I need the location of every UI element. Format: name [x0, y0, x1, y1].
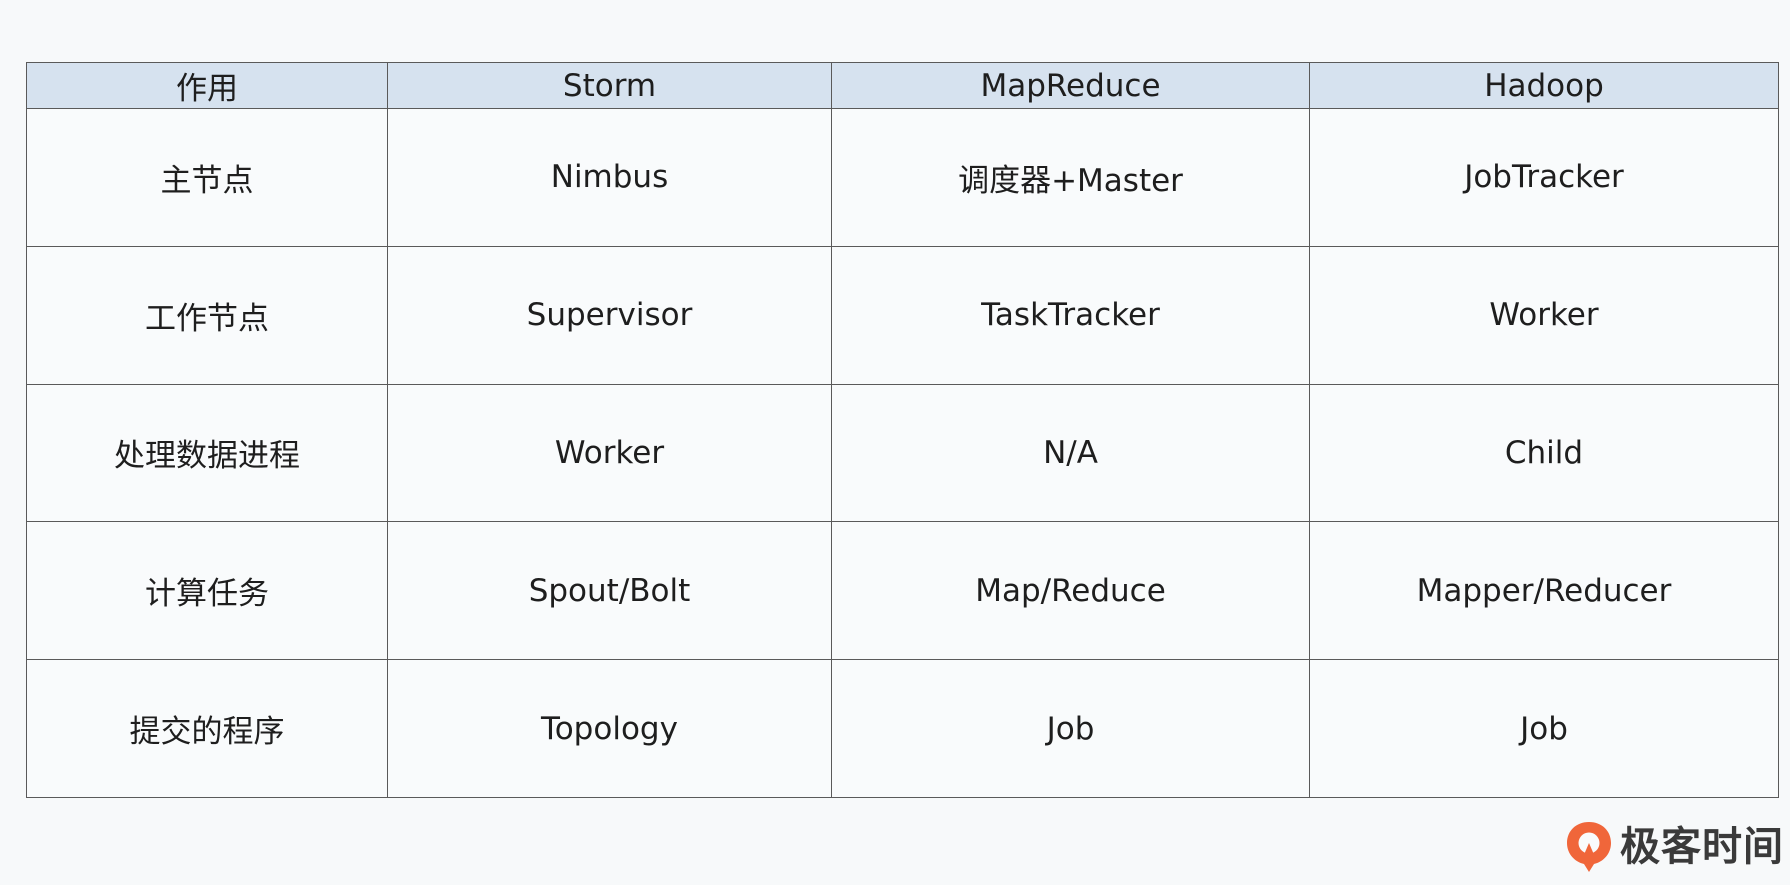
table-row: 工作节点 Supervisor TaskTracker Worker — [26, 245, 1779, 385]
table-row: 处理数据进程 Worker N/A Child — [26, 383, 1779, 523]
table-cell: Child — [1309, 383, 1779, 523]
table-cell: Job — [1309, 659, 1779, 798]
table-cell: Map/Reduce — [831, 521, 1310, 661]
comparison-table: 作用 Storm MapReduce Hadoop 主节点 Nimbus 调度器… — [26, 62, 1779, 798]
header-cell-hadoop: Hadoop — [1309, 62, 1779, 109]
table-cell: Mapper/Reducer — [1309, 521, 1779, 661]
table-row: 提交的程序 Topology Job Job — [26, 659, 1779, 798]
table-cell: 处理数据进程 — [26, 383, 388, 523]
table-cell: Worker — [1309, 245, 1779, 385]
table-cell: N/A — [831, 383, 1310, 523]
table-cell: 调度器+Master — [831, 108, 1310, 247]
brand-watermark: 极客时间 — [1564, 819, 1784, 875]
table-cell: JobTracker — [1309, 108, 1779, 247]
table-cell: Topology — [387, 659, 832, 798]
table-cell: Spout/Bolt — [387, 521, 832, 661]
table-cell: Supervisor — [387, 245, 832, 385]
table-row: 主节点 Nimbus 调度器+Master JobTracker — [26, 108, 1779, 247]
table-cell: 工作节点 — [26, 245, 388, 385]
brand-name: 极客时间 — [1620, 824, 1784, 870]
table-cell: Job — [831, 659, 1310, 798]
header-cell-storm: Storm — [387, 62, 832, 109]
table-row: 计算任务 Spout/Bolt Map/Reduce Mapper/Reduce… — [26, 521, 1779, 661]
table-header-row: 作用 Storm MapReduce Hadoop — [26, 62, 1779, 109]
table-cell: 主节点 — [26, 108, 388, 247]
header-cell-mapreduce: MapReduce — [831, 62, 1310, 109]
table-cell: 提交的程序 — [26, 659, 388, 798]
table-cell: Worker — [387, 383, 832, 523]
header-cell-role: 作用 — [26, 62, 388, 109]
geektime-logo-icon — [1567, 822, 1611, 872]
table-cell: 计算任务 — [26, 521, 388, 661]
table-cell: TaskTracker — [831, 245, 1310, 385]
table-cell: Nimbus — [387, 108, 832, 247]
